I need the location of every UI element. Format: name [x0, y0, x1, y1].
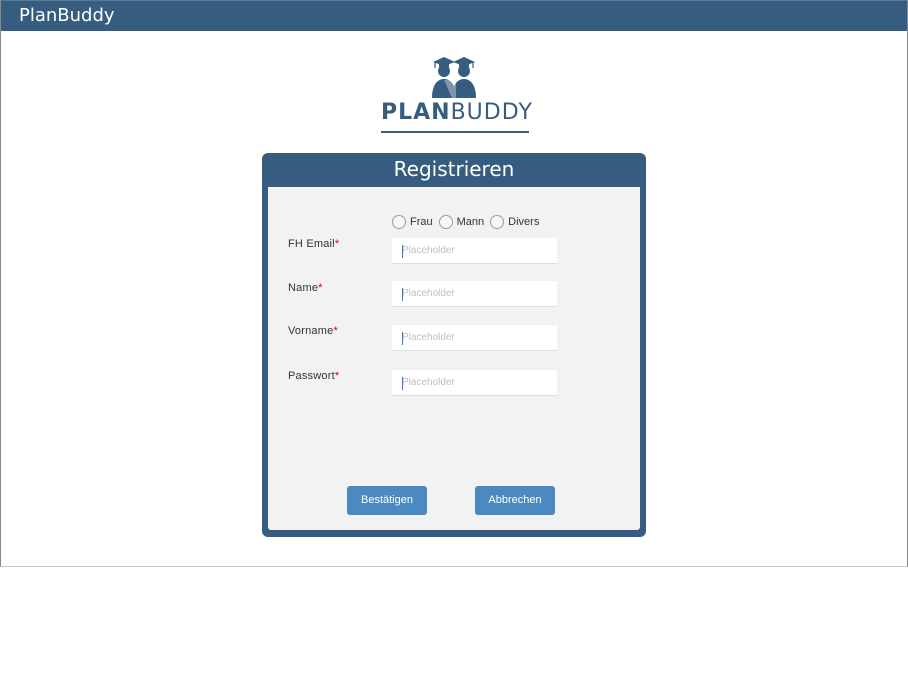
radio-label: Frau — [410, 216, 433, 228]
name-label: Name* — [288, 282, 323, 294]
password-label-text: Passwort — [288, 370, 335, 382]
confirm-button[interactable]: Bestätigen — [347, 486, 427, 515]
name-label-text: Name — [288, 282, 319, 294]
app-window: PlanBuddy PLANBUDDY Registrieren Frau Ma… — [0, 0, 908, 567]
radio-label: Mann — [456, 216, 485, 228]
radio-frau[interactable]: Frau — [392, 215, 433, 229]
gender-radio-group: Frau Mann Divers — [392, 213, 545, 231]
logo-text-light: BUDDY — [450, 100, 533, 125]
name-field[interactable] — [392, 281, 557, 307]
text-caret — [402, 288, 403, 301]
required-marker: * — [334, 238, 340, 250]
logo-underline — [381, 131, 529, 133]
register-card: Registrieren Frau Mann Divers FH Email* — [262, 153, 646, 537]
text-caret — [402, 332, 403, 345]
vorname-label: Vorname* — [288, 325, 338, 337]
password-field[interactable] — [392, 370, 557, 396]
radio-mann[interactable]: Mann — [438, 215, 485, 229]
title-bar: PlanBuddy — [1, 0, 907, 31]
password-label: Passwort* — [288, 370, 339, 382]
radio-label: Divers — [508, 216, 540, 228]
email-label-text: FH Email — [288, 238, 335, 250]
email-label: FH Email* — [288, 238, 339, 250]
required-marker: * — [334, 370, 340, 382]
radio-circle[interactable] — [392, 215, 406, 229]
app-title: PlanBuddy — [19, 5, 115, 26]
cancel-button[interactable]: Abbrechen — [475, 486, 555, 515]
planbuddy-logo: PLANBUDDY — [377, 54, 533, 136]
card-title: Registrieren — [393, 157, 515, 181]
vorname-field[interactable] — [392, 325, 557, 351]
logo-text-bold: PLAN — [381, 100, 451, 125]
required-marker: * — [318, 282, 323, 294]
text-caret — [402, 377, 403, 390]
radio-circle[interactable] — [438, 215, 453, 229]
graduates-icon — [432, 57, 476, 98]
radio-circle[interactable] — [490, 215, 505, 229]
email-field[interactable] — [392, 238, 557, 264]
vorname-label-text: Vorname — [288, 325, 334, 337]
register-form: Frau Mann Divers FH Email* Name* Vorname… — [268, 187, 640, 530]
radio-divers[interactable]: Divers — [490, 215, 539, 229]
required-marker: * — [333, 325, 338, 337]
logo-wordmark: PLANBUDDY — [381, 100, 532, 125]
text-caret — [402, 245, 403, 258]
